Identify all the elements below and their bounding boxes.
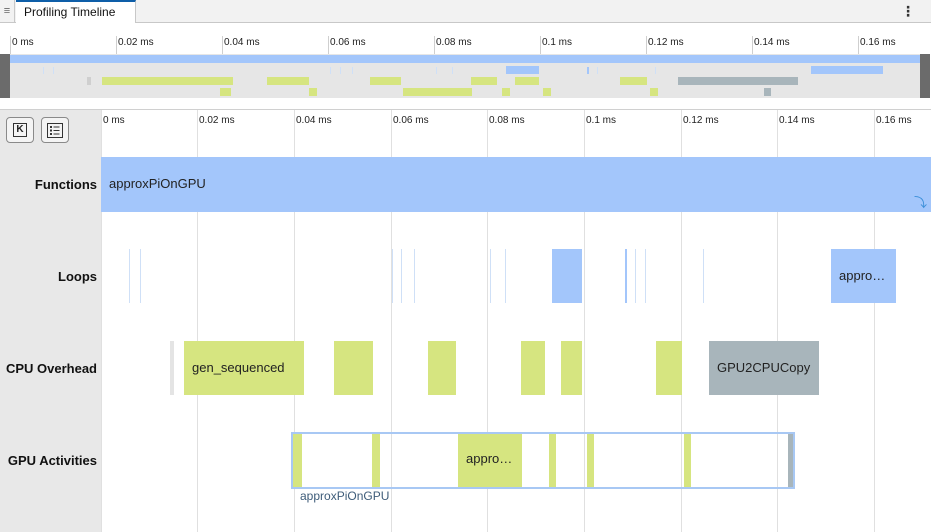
overview-gpu-memcopy-bar: [764, 88, 771, 96]
overview-function-bar: [10, 55, 920, 63]
overview-gpu-bar: [650, 88, 658, 96]
overview-loop-mark: [43, 67, 44, 74]
loop-event[interactable]: [401, 249, 402, 303]
loop-event[interactable]: [505, 249, 506, 303]
axis-tick-label: 0.08 ms: [489, 115, 525, 126]
overview-tick-label: 0.12 ms: [648, 37, 684, 48]
expand-caller-icon[interactable]: ⤵: [914, 192, 927, 211]
legend-list-icon: [47, 122, 63, 138]
overview-tick-line: [752, 36, 753, 55]
cpu-overhead-event[interactable]: [656, 341, 682, 395]
overview-loop-mark: [587, 67, 589, 74]
axis-tick-label: 0.06 ms: [393, 115, 429, 126]
overview-tick-label: 0.02 ms: [118, 37, 154, 48]
loop-event[interactable]: [140, 249, 141, 303]
overview-gpu-bar: [403, 88, 472, 96]
overview-loop-mark: [597, 67, 598, 74]
row-label-loops: Loops: [58, 269, 97, 284]
overview-tick-label: 0.16 ms: [860, 37, 896, 48]
overview-tick-label: 0.08 ms: [436, 37, 472, 48]
gpu-activity-group-outline[interactable]: [291, 432, 795, 489]
overview-gpu-bar: [543, 88, 551, 96]
overview-tick-line: [434, 36, 435, 55]
overview-tick-line: [328, 36, 329, 55]
axis-tick-label: 0.14 ms: [779, 115, 815, 126]
overview-cpu-bar: [370, 77, 401, 85]
cpu-overhead-event-gpu2cpucopy[interactable]: GPU2CPUCopy: [709, 341, 819, 395]
axis-tick-label: 0.02 ms: [199, 115, 235, 126]
cpu-overhead-event[interactable]: [561, 341, 582, 395]
function-event-approxpiongpu[interactable]: approxPiOnGPU: [101, 157, 931, 212]
row-header-column: [0, 110, 101, 532]
tab-bar: ≡ Profiling Timeline ⋮: [0, 0, 931, 23]
loop-event[interactable]: [635, 249, 636, 303]
overview-loop-mark: [436, 67, 437, 74]
more-options-icon[interactable]: ⋮: [901, 2, 915, 20]
tab-menu-icon[interactable]: ≡: [0, 0, 15, 22]
overview-cpu-bar: [102, 77, 233, 85]
overview-tick-line: [222, 36, 223, 55]
keyboard-shortcut-icon: K: [13, 123, 27, 137]
timeline-chart[interactable]: 0 ms 0.02 ms 0.04 ms 0.06 ms 0.08 ms 0.1…: [101, 110, 931, 532]
overview-tick-label: 0.04 ms: [224, 37, 260, 48]
overview-tick-label: 0 ms: [12, 37, 34, 48]
overview-loop-mark: [53, 67, 54, 74]
overview-left-handle[interactable]: [0, 54, 10, 98]
overview-loop-bar: [506, 66, 539, 74]
overview-tick-label: 0.1 ms: [542, 37, 573, 48]
overview-tick-label: 0.06 ms: [330, 37, 366, 48]
row-label-functions: Functions: [34, 177, 97, 192]
overview-gpu-bar: [309, 88, 317, 96]
cpu-overhead-event[interactable]: [521, 341, 545, 395]
overview-tick-line: [646, 36, 647, 55]
overview-tick-line: [858, 36, 859, 55]
tab-profiling-timeline[interactable]: Profiling Timeline: [16, 0, 136, 23]
axis-tick-label: 0 ms: [103, 115, 125, 126]
row-label-gpu-activities: GPU Activities: [7, 453, 97, 468]
overview-cpu-bar: [471, 77, 497, 85]
loop-event[interactable]: [392, 249, 393, 303]
overview-loop-mark: [452, 67, 453, 74]
axis-tick-label: 0.16 ms: [876, 115, 912, 126]
cpu-overhead-event[interactable]: [428, 341, 456, 395]
keyboard-shortcuts-button[interactable]: K: [6, 117, 34, 143]
profiling-timeline-window: ≡ Profiling Timeline ⋮ 0 ms 0.02 ms 0.04…: [0, 0, 931, 532]
loop-event[interactable]: [490, 249, 491, 303]
overview-loop-mark: [330, 67, 331, 74]
overview-tick-line: [116, 36, 117, 55]
axis-tick-label: 0.12 ms: [683, 115, 719, 126]
loop-event[interactable]: [645, 249, 646, 303]
overview-tick-label: 0.14 ms: [754, 37, 790, 48]
overview-loop-mark: [655, 67, 656, 74]
overview-tick-line: [10, 36, 11, 55]
loop-event-appro[interactable]: appro…: [831, 249, 896, 303]
overview-loop-mark: [352, 67, 353, 74]
loop-event[interactable]: [129, 249, 130, 303]
overview-tick-line: [540, 36, 541, 55]
overview-gpu-bar: [220, 88, 231, 96]
row-label-cpu-overhead: CPU Overhead: [5, 361, 97, 376]
legend-button[interactable]: [41, 117, 69, 143]
loop-event[interactable]: [703, 249, 704, 303]
overview-cpu-mark: [87, 77, 91, 85]
overview-cpu-bar: [515, 77, 539, 85]
loop-event[interactable]: [552, 249, 582, 303]
overview-right-handle[interactable]: [920, 54, 930, 98]
gpu-activity-group-label: approxPiOnGPU: [300, 489, 390, 503]
cpu-overhead-event[interactable]: [334, 341, 373, 395]
cpu-overhead-event-gen-sequenced[interactable]: gen_sequenced: [184, 341, 304, 395]
overview-memcopy-bar: [678, 77, 798, 85]
overview-cpu-bar: [267, 77, 309, 85]
timeline-overview[interactable]: 0 ms 0.02 ms 0.04 ms 0.06 ms 0.08 ms 0.1…: [0, 24, 931, 104]
loop-event[interactable]: [414, 249, 415, 303]
axis-tick-label: 0.04 ms: [296, 115, 332, 126]
axis-tick-label: 0.1 ms: [586, 115, 617, 126]
overview-loop-mark: [340, 67, 341, 74]
cpu-overhead-event[interactable]: [170, 341, 174, 395]
overview-gpu-bar: [502, 88, 510, 96]
overview-cpu-bar: [620, 77, 647, 85]
loop-event[interactable]: [625, 249, 627, 303]
overview-loop-bar: [811, 66, 883, 74]
